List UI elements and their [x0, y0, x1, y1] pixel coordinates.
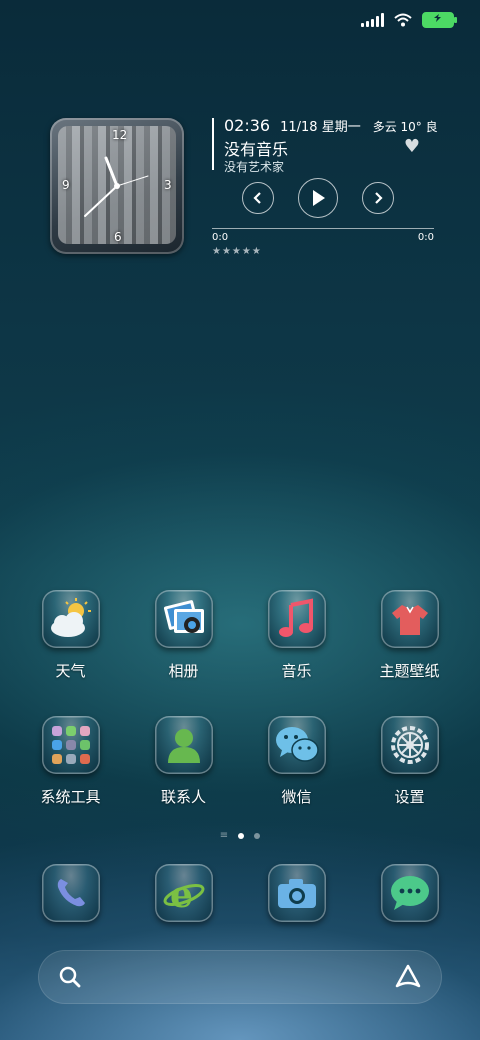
messages-icon[interactable]: [380, 864, 439, 922]
duration-time: 0:0: [417, 232, 434, 243]
favorite-heart-icon[interactable]: ♥: [404, 136, 420, 157]
theme-icon[interactable]: [380, 590, 439, 648]
time-text[interactable]: 02:36: [224, 116, 270, 135]
browser-icon[interactable]: e: [154, 864, 213, 922]
app-label: 系统工具: [40, 788, 101, 806]
app-label: 主题壁纸: [379, 662, 440, 680]
weather-text[interactable]: 多云 10° 良: [373, 118, 438, 135]
app-weather[interactable]: 天气: [14, 590, 127, 681]
page-dot-active[interactable]: [238, 832, 245, 839]
search-icon[interactable]: [58, 965, 82, 989]
tools-folder-icon[interactable]: [41, 716, 100, 774]
app-settings[interactable]: 设置: [353, 716, 466, 807]
app-label: 设置: [394, 788, 425, 806]
app-wechat[interactable]: 微信: [240, 716, 353, 807]
dock: e: [14, 864, 466, 922]
app-row-2: 系统工具 联系人 微信 设置: [14, 716, 466, 807]
next-button[interactable]: [362, 182, 394, 214]
search-bar[interactable]: [38, 950, 442, 1004]
play-icon: [313, 190, 325, 206]
battery-charging-icon: [422, 12, 457, 28]
prev-icon: [253, 192, 261, 204]
app-label: 相册: [168, 662, 199, 680]
clock-hands-icon: [84, 156, 149, 217]
app-contacts[interactable]: 联系人: [127, 716, 240, 807]
next-icon: [375, 192, 383, 204]
page-indicator: ≡: [0, 830, 480, 841]
app-gallery[interactable]: 相册: [127, 590, 240, 681]
previous-button[interactable]: [242, 182, 274, 214]
assistant-icon[interactable]: [394, 964, 422, 990]
app-theme[interactable]: 主题壁纸: [353, 590, 466, 681]
app-label: 音乐: [281, 662, 312, 680]
phone-icon[interactable]: [41, 864, 100, 922]
app-camera[interactable]: [240, 864, 353, 922]
app-label: 天气: [55, 662, 86, 680]
play-button[interactable]: [298, 178, 338, 218]
app-browser[interactable]: e: [127, 864, 240, 922]
playback-controls: [242, 178, 394, 218]
wechat-icon[interactable]: [267, 716, 326, 774]
app-row-1: 天气 相册 音乐 主题壁纸: [14, 590, 466, 681]
date-text[interactable]: 11/18 星期一: [280, 116, 361, 135]
contacts-icon[interactable]: [154, 716, 213, 774]
gallery-icon[interactable]: [154, 590, 213, 648]
analog-clock[interactable]: 12 3 6 9: [50, 118, 184, 254]
elapsed-time: 0:0: [212, 232, 229, 243]
app-tools-folder[interactable]: 系统工具: [14, 716, 127, 807]
settings-gear-icon[interactable]: [380, 716, 439, 774]
music-widget[interactable]: 12 3 6 9 02:36 11/18 星期一 多云 10° 良 没有音乐 没…: [50, 116, 438, 258]
song-title: 没有音乐: [224, 140, 289, 159]
app-messages[interactable]: [353, 864, 466, 922]
progress-bar[interactable]: [212, 228, 434, 229]
music-icon[interactable]: [267, 590, 326, 648]
app-label: 联系人: [160, 788, 206, 806]
signal-icon: [361, 13, 384, 27]
status-bar: [361, 10, 457, 30]
time-row: 02:36 11/18 星期一 多云 10° 良: [224, 116, 438, 135]
rating-stars[interactable]: ★★★★★: [212, 246, 262, 257]
accent-bar: [212, 118, 214, 170]
app-music[interactable]: 音乐: [240, 590, 353, 681]
camera-icon[interactable]: [267, 864, 326, 922]
weather-icon[interactable]: [41, 590, 100, 648]
app-label: 微信: [281, 788, 312, 806]
wifi-icon: [394, 13, 412, 27]
app-phone[interactable]: [14, 864, 127, 922]
artist-name: 没有艺术家: [224, 160, 285, 174]
page-list-icon[interactable]: ≡: [220, 830, 228, 841]
page-dot[interactable]: [254, 832, 261, 839]
